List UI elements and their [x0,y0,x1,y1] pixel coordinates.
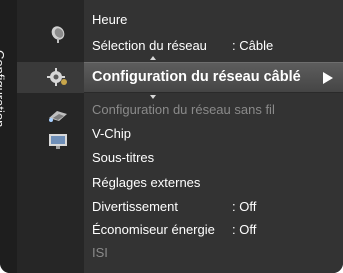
menu-item-label: Configuration du réseau sans fil [92,102,275,117]
monitor-icon[interactable] [47,131,69,151]
menu-item-selection-reseau[interactable]: Sélection du réseau : Câble [92,35,273,57]
menu-item-value: : Câble [232,38,274,53]
network-icon[interactable] [47,106,69,126]
menu-item-value: : Off [232,199,257,214]
menu-item-label: ISI [92,245,108,260]
menu-item-label: Économiseur énergie [92,222,215,237]
tv-menu-screen: Configuration Heure Sélection du réseau … [0,0,343,273]
menu-item-v-chip[interactable]: V-Chip [92,123,131,145]
menu-item-label: Divertissement [92,199,178,214]
menu-item-reglages-externes[interactable]: Réglages externes [92,172,200,194]
menu-item-isi: ISI [92,242,108,264]
sidebar-tab[interactable]: Configuration [0,0,17,273]
menu-item-sous-titres[interactable]: Sous-titres [92,147,154,169]
menu-item-config-reseau-cable[interactable]: Configuration du réseau câblé [84,62,343,93]
scroll-down-indicator-icon [150,95,156,99]
icon-column [17,0,84,273]
arrow-right-icon [323,72,333,84]
menu-item-label: Réglages externes [92,175,201,190]
menu-item-label: V-Chip [92,126,132,141]
menu-item-heure[interactable]: Heure [92,9,127,31]
satellite-dish-icon[interactable] [47,24,69,44]
menu-item-value: : Off [232,222,257,237]
scroll-up-indicator-icon [150,56,156,60]
gear-icon[interactable] [47,67,69,87]
sidebar-title: Configuration [0,50,7,128]
menu-item-economiseur-energie[interactable]: Économiseur énergie : Off [92,219,256,241]
menu-item-divertissement[interactable]: Divertissement : Off [92,196,256,218]
menu-item-config-sans-fil: Configuration du réseau sans fil [92,99,275,121]
menu-item-label: Heure [92,12,128,27]
menu-item-label: Configuration du réseau câblé [92,69,301,85]
menu-item-label: Sous-titres [92,150,155,165]
menu-item-label: Sélection du réseau [92,38,207,53]
settings-menu: Heure Sélection du réseau : Câble Config… [84,0,343,273]
